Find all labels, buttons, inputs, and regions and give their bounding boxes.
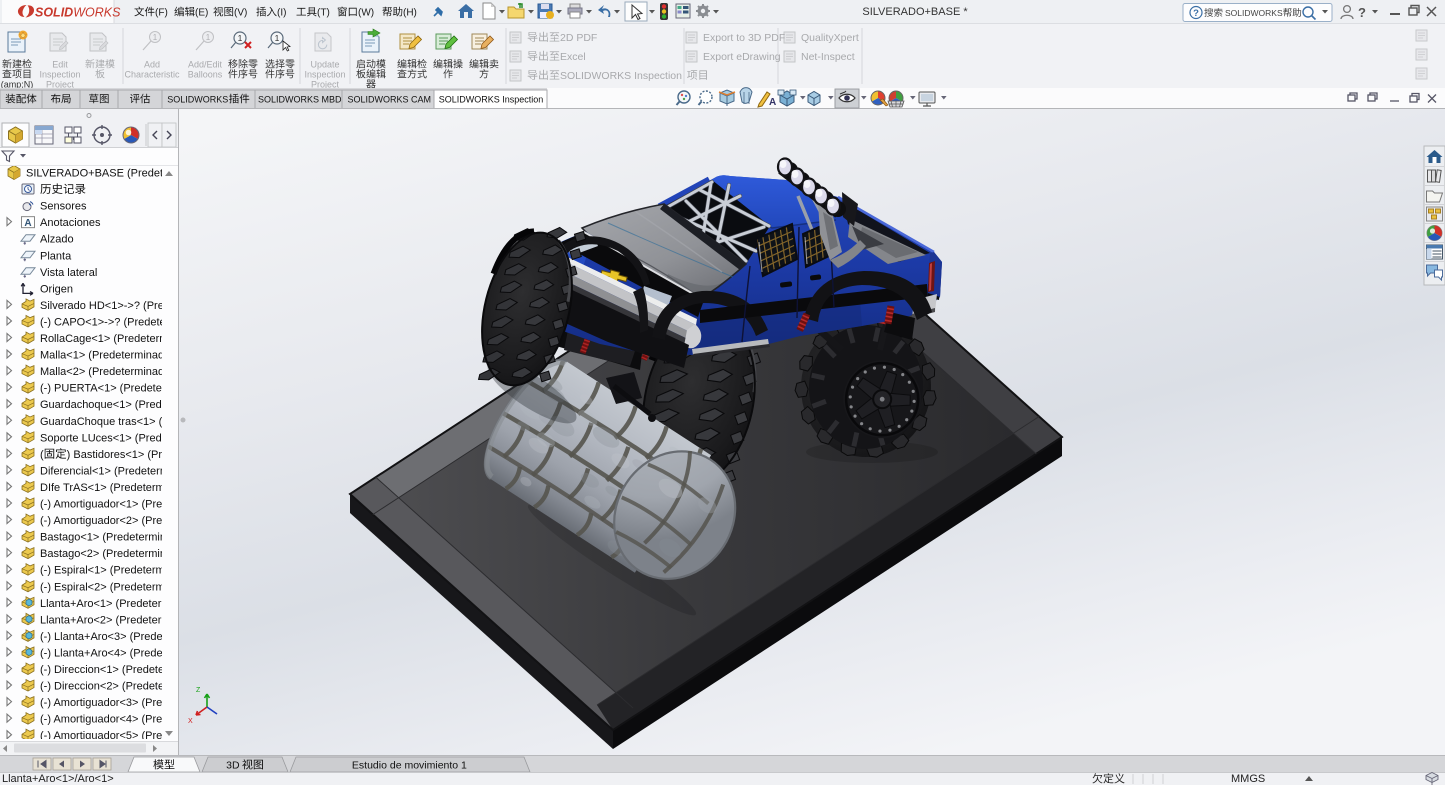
svg-text:A: A [24,218,31,229]
svg-text:?: ? [1193,8,1199,19]
svg-text:Add: Add [144,60,160,70]
svg-text:Vista lateral: Vista lateral [40,267,97,279]
svg-text:Update: Update [310,60,339,70]
svg-text:SOLIDWORKS: SOLIDWORKS [167,95,228,105]
svg-text:(V): (V) [234,8,247,19]
svg-text:SILVERADO+BASE *: SILVERADO+BASE * [862,6,968,18]
svg-text:Characteristic: Characteristic [124,70,180,80]
svg-text:Alzado: Alzado [40,234,74,246]
svg-text:SOLIDWORKS MBD: SOLIDWORKS MBD [258,95,342,105]
svg-text:(E): (E) [195,8,208,19]
svg-text:(: ( [40,449,44,461]
svg-text:3D: 3D [226,760,240,772]
svg-text:Excel: Excel [560,51,586,63]
svg-text:SOLIDWORKS CAM: SOLIDWORKS CAM [347,95,431,105]
svg-text:2D PDF: 2D PDF [560,32,597,44]
svg-text:Estudio de movimiento 1: Estudio de movimiento 1 [352,760,467,772]
svg-text:Z: Z [196,687,201,694]
svg-text:Malla<2> (Predeterminado<<: Malla<2> (Predeterminado<< [40,366,183,378]
svg-text:Export eDrawing: Export eDrawing [703,51,781,63]
svg-text:(I): (I) [277,8,286,19]
svg-text:SOLIDWORKS: SOLIDWORKS [35,6,121,20]
svg-text:Balloons: Balloons [188,70,223,80]
svg-text:?: ? [1358,5,1366,20]
svg-text:1: 1 [238,33,243,43]
svg-text:1: 1 [275,33,280,43]
svg-text:QualityXpert: QualityXpert [801,32,859,44]
svg-text:SOLIDWORKS Inspection: SOLIDWORKS Inspection [439,95,544,105]
svg-text:(F): (F) [155,8,168,19]
svg-text:Inspection: Inspection [39,70,80,80]
svg-text:Export to 3D PDF: Export to 3D PDF [703,32,785,44]
svg-text:Planta: Planta [40,250,72,262]
svg-text:Origen: Origen [40,283,73,295]
svg-text:1: 1 [153,33,158,42]
svg-text:Edit: Edit [52,60,68,70]
svg-text:Llanta+Aro<1>/Aro<1>: Llanta+Aro<1>/Aro<1> [2,773,114,785]
svg-text:MMGS: MMGS [1231,773,1265,785]
svg-text:Add/Edit: Add/Edit [188,60,223,70]
svg-text:Anotaciones: Anotaciones [40,217,101,229]
svg-text:(W): (W) [358,8,374,19]
svg-text:Inspection: Inspection [304,70,345,80]
svg-text:SOLIDWORKS Inspection: SOLIDWORKS Inspection [560,70,682,82]
svg-text:A: A [769,97,776,108]
svg-text:SOLIDWORKS: SOLIDWORKS [1225,8,1283,18]
svg-text:(H): (H) [403,8,417,19]
svg-text:Malla<1> (Predeterminado<<: Malla<1> (Predeterminado<< [40,350,183,362]
svg-text:Net-Inspect: Net-Inspect [801,51,855,63]
svg-text:1: 1 [206,33,211,42]
svg-text:X: X [188,718,193,725]
svg-text:Sensores: Sensores [40,201,87,213]
svg-text:(T): (T) [317,8,330,19]
